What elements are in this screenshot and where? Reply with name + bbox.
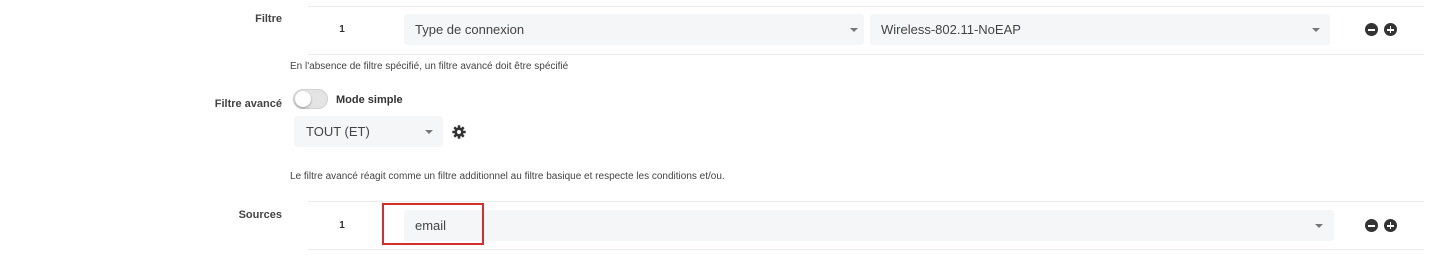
chevron-down-icon bbox=[425, 130, 433, 134]
filtre-avance-label: Filtre avancé bbox=[214, 98, 282, 110]
sources-row-number: 1 bbox=[339, 220, 345, 231]
filtre-value-select[interactable]: Wireless-802.11-NoEAP bbox=[870, 14, 1330, 45]
divider bbox=[308, 6, 1424, 7]
chevron-down-icon bbox=[1312, 28, 1320, 32]
remove-source-icon[interactable] bbox=[1365, 219, 1378, 232]
toggle-knob bbox=[295, 91, 311, 107]
filtre-help-text: En l'absence de filtre spécifié, un filt… bbox=[290, 61, 569, 72]
highlight-box bbox=[382, 203, 484, 245]
divider bbox=[308, 201, 1424, 202]
divider bbox=[308, 249, 1424, 250]
filtre-row-number: 1 bbox=[339, 24, 345, 35]
sources-label: Sources bbox=[238, 209, 282, 221]
filtre-label: Filtre bbox=[255, 13, 282, 25]
mode-simple-label: Mode simple bbox=[336, 94, 403, 106]
remove-filter-icon[interactable] bbox=[1365, 23, 1378, 36]
filtre-field-select[interactable]: Type de connexion bbox=[404, 14, 864, 45]
filtre-value-select-value: Wireless-802.11-NoEAP bbox=[881, 22, 1021, 37]
filtre-avance-help-text: Le filtre avancé réagit comme un filtre … bbox=[290, 171, 725, 182]
chevron-down-icon bbox=[1315, 224, 1323, 228]
add-filter-icon[interactable] bbox=[1384, 23, 1397, 36]
gear-icon[interactable] bbox=[452, 125, 466, 139]
filtre-field-select-value: Type de connexion bbox=[415, 22, 525, 37]
operator-select-value: TOUT (ET) bbox=[306, 124, 370, 139]
source-select[interactable]: email bbox=[404, 210, 1334, 241]
operator-select[interactable]: TOUT (ET) bbox=[294, 116, 443, 147]
mode-simple-toggle[interactable] bbox=[293, 89, 328, 109]
chevron-down-icon bbox=[850, 28, 858, 32]
divider bbox=[308, 54, 1424, 55]
add-source-icon[interactable] bbox=[1384, 219, 1397, 232]
